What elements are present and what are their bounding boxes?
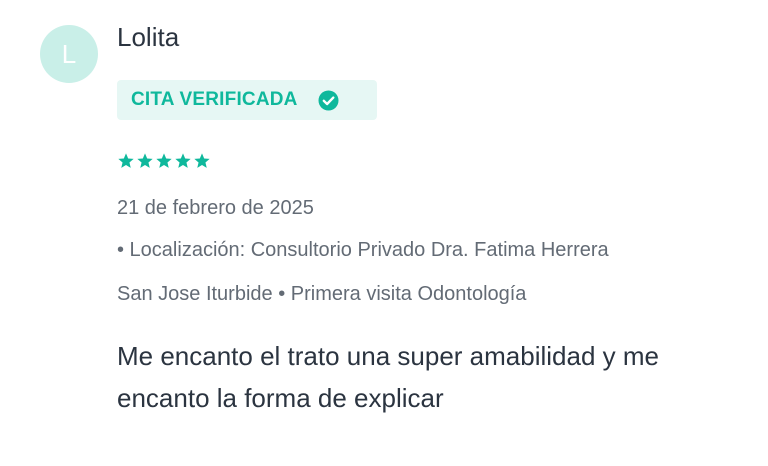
star-icon [174, 152, 192, 170]
star-icon [155, 152, 173, 170]
badge-label: CITA VERIFICADA [131, 89, 298, 110]
review-location-line-2: San Jose Iturbide • Primera visita Odont… [117, 283, 527, 305]
star-icon [193, 152, 211, 170]
review-date: 21 de febrero de 2025 [117, 197, 314, 219]
review-comment: Me encanto el trato una super amabilidad… [117, 341, 659, 413]
review-author-name: Lolita [117, 22, 180, 52]
star-rating [117, 152, 211, 170]
avatar-letter: L [61, 38, 77, 69]
verified-appointment-badge: CITA VERIFICADA [117, 80, 377, 120]
star-icon [136, 152, 154, 170]
star-icon [117, 152, 135, 170]
avatar: L [40, 25, 98, 83]
review-location-line-1: • Localización: Consultorio Privado Dra.… [117, 239, 609, 261]
check-circle-icon [318, 90, 339, 111]
